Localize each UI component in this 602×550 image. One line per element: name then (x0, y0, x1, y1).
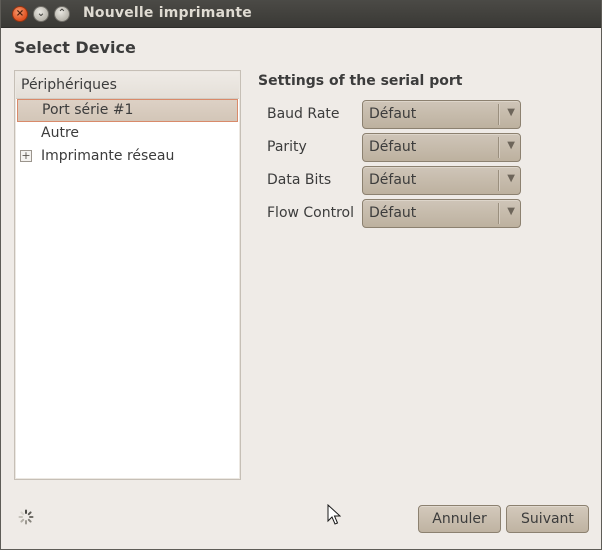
parity-select[interactable]: Défaut ▼ (362, 133, 521, 162)
mouse-pointer-icon (327, 504, 341, 525)
page-title: Select Device (14, 38, 136, 57)
flow-control-value: Défaut (369, 205, 417, 221)
device-item-network-printer[interactable]: + Imprimante réseau (17, 145, 238, 168)
combo-separator (498, 203, 499, 224)
serial-settings-title: Settings of the serial port (258, 73, 463, 89)
device-item-label: Autre (41, 125, 80, 141)
data-bits-select[interactable]: Défaut ▼ (362, 166, 521, 195)
expand-icon[interactable]: + (20, 150, 32, 162)
device-item-label: Port série #1 (42, 102, 134, 118)
data-bits-value: Défaut (369, 172, 417, 188)
data-bits-label: Data Bits (267, 172, 332, 188)
parity-value: Défaut (369, 139, 417, 155)
parity-label: Parity (267, 139, 307, 155)
next-button[interactable]: Suivant (506, 505, 589, 533)
window-title: Nouvelle imprimante (83, 5, 252, 21)
title-bar[interactable]: × ⌄ ⌃ Nouvelle imprimante (1, 0, 601, 28)
baud-rate-label: Baud Rate (267, 106, 340, 122)
baud-rate-value: Défaut (369, 106, 417, 122)
device-list[interactable]: Périphériques Port série #1 Autre + Impr… (14, 70, 241, 480)
dropdown-arrow-icon[interactable]: ▼ (507, 140, 515, 151)
close-icon[interactable]: × (12, 6, 28, 22)
maximize-icon[interactable]: ⌃ (54, 6, 70, 22)
combo-separator (498, 170, 499, 191)
device-item-label: Imprimante réseau (41, 148, 175, 164)
device-list-header[interactable]: Périphériques (16, 72, 239, 99)
printer-dialog: × ⌄ ⌃ Nouvelle imprimante Select Device … (0, 0, 602, 550)
spinner-icon (18, 509, 34, 525)
baud-rate-select[interactable]: Défaut ▼ (362, 100, 521, 129)
dropdown-arrow-icon[interactable]: ▼ (507, 173, 515, 184)
flow-control-label: Flow Control (267, 205, 355, 221)
combo-separator (498, 137, 499, 158)
cancel-button[interactable]: Annuler (418, 505, 501, 533)
device-item-serial-port[interactable]: Port série #1 (17, 99, 238, 122)
dropdown-arrow-icon[interactable]: ▼ (507, 206, 515, 217)
dropdown-arrow-icon[interactable]: ▼ (507, 107, 515, 118)
device-item-other[interactable]: Autre (17, 122, 238, 145)
flow-control-select[interactable]: Défaut ▼ (362, 199, 521, 228)
minimize-icon[interactable]: ⌄ (33, 6, 49, 22)
combo-separator (498, 104, 499, 125)
